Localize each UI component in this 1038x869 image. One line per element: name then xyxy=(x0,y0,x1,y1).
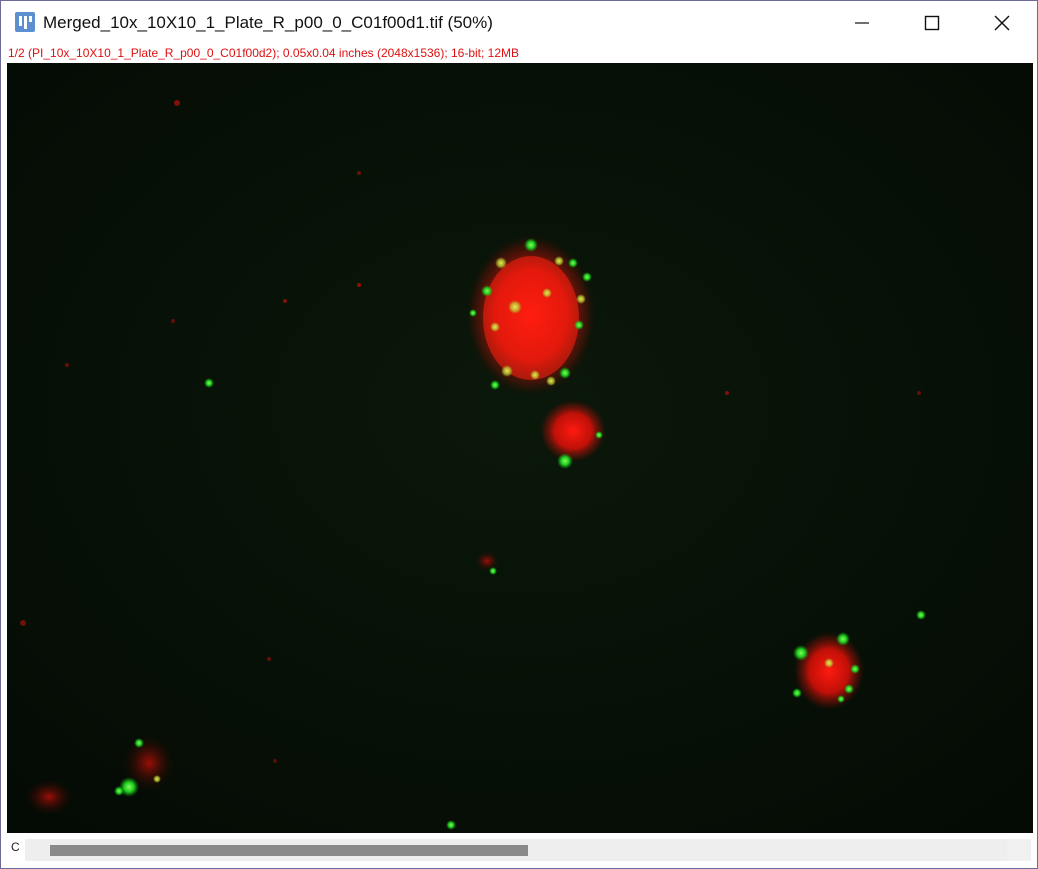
close-icon xyxy=(994,15,1010,31)
window-title: Merged_10x_10X10_1_Plate_R_p00_0_C01f00d… xyxy=(43,13,493,32)
imagej-window: Merged_10x_10X10_1_Plate_R_p00_0_C01f00d… xyxy=(0,0,1038,869)
channel-scrollbar[interactable] xyxy=(25,839,1031,861)
maximize-button[interactable] xyxy=(897,1,967,45)
minimize-icon xyxy=(855,22,869,24)
close-button[interactable] xyxy=(967,1,1037,45)
channel-scrollbar-thumb[interactable] xyxy=(50,845,528,856)
fluorescence-image xyxy=(7,63,1033,833)
scrollbar-end-region[interactable] xyxy=(1007,839,1031,861)
minimize-button[interactable] xyxy=(827,1,897,45)
image-info-line: 1/2 (PI_10x_10X10_1_Plate_R_p00_0_C01f00… xyxy=(8,46,520,60)
channel-label: C xyxy=(11,840,20,854)
maximize-icon xyxy=(924,15,940,31)
imagej-icon xyxy=(15,12,35,32)
title-bar[interactable]: Merged_10x_10X10_1_Plate_R_p00_0_C01f00d… xyxy=(1,1,1037,45)
image-canvas[interactable] xyxy=(7,63,1033,833)
